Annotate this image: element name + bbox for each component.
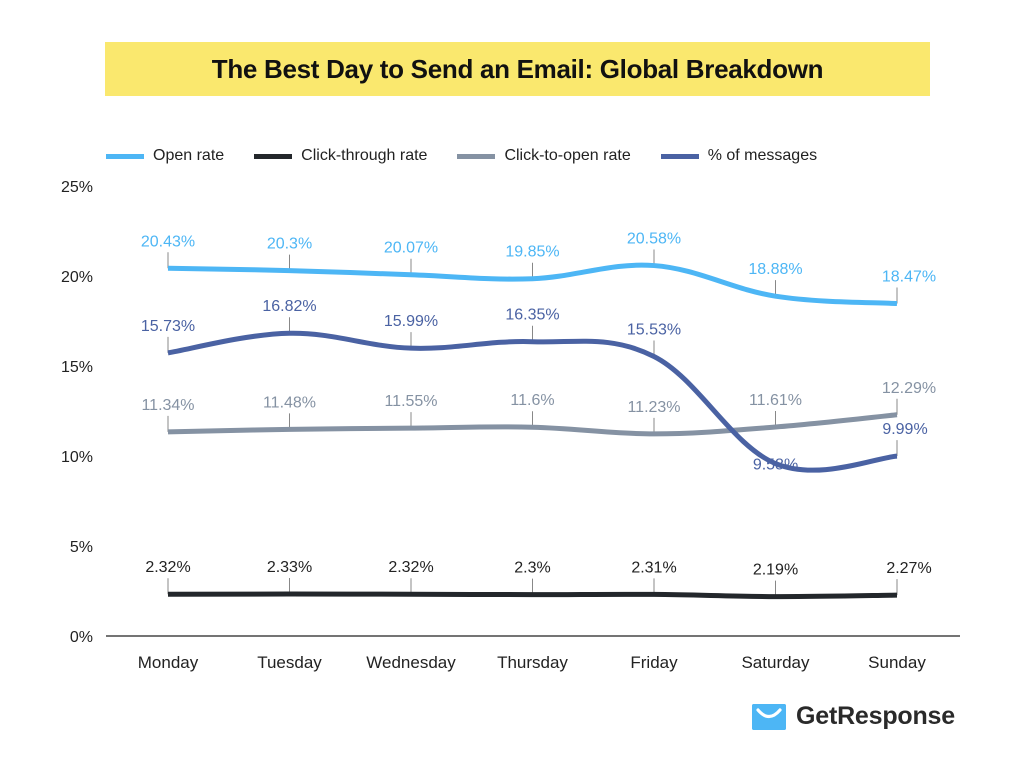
x-tick-label: Friday bbox=[630, 653, 678, 672]
data-label: 20.58% bbox=[627, 231, 681, 248]
data-label: 11.55% bbox=[384, 393, 437, 410]
x-tick-label: Tuesday bbox=[257, 653, 322, 672]
data-label: 12.29% bbox=[882, 380, 936, 397]
data-label: 11.23% bbox=[627, 399, 680, 416]
data-label: 11.6% bbox=[510, 392, 554, 409]
data-label: 9.99% bbox=[882, 421, 927, 438]
data-label: 11.34% bbox=[141, 397, 194, 414]
envelope-smile-icon bbox=[752, 703, 786, 730]
y-tick-label: 20% bbox=[61, 269, 93, 286]
data-label: 18.47% bbox=[882, 269, 936, 286]
line-chart: 0% 5% 10% 15% 20% 25% Monday Tuesday Wednesday Th… bbox=[61, 179, 960, 672]
data-label: 19.85% bbox=[505, 244, 559, 261]
data-label: 16.82% bbox=[262, 298, 316, 315]
x-tick-label: Saturday bbox=[741, 653, 810, 672]
data-label: 20.3% bbox=[267, 236, 312, 253]
data-label: 2.19% bbox=[753, 562, 798, 579]
data-label: 11.61% bbox=[749, 392, 802, 409]
data-label: 2.27% bbox=[886, 560, 931, 577]
y-tick-label: 25% bbox=[61, 179, 93, 196]
data-label: 15.73% bbox=[141, 318, 195, 335]
series-line-click-through-rate bbox=[167, 591, 898, 600]
data-label: 15.99% bbox=[384, 313, 438, 330]
x-tick-label: Monday bbox=[138, 653, 199, 672]
x-tick-label: Thursday bbox=[497, 653, 568, 672]
data-label: 20.07% bbox=[384, 240, 438, 257]
data-label: 16.35% bbox=[505, 307, 559, 324]
y-tick-label: 15% bbox=[61, 359, 93, 376]
y-tick-label: 10% bbox=[61, 449, 93, 466]
data-label: 2.31% bbox=[631, 559, 676, 576]
data-label: 2.32% bbox=[388, 559, 433, 576]
x-tick-label: Sunday bbox=[868, 653, 926, 672]
x-tick-label: Wednesday bbox=[366, 653, 456, 672]
y-tick-label: 5% bbox=[70, 539, 93, 556]
data-label: 11.48% bbox=[263, 394, 316, 411]
brand-name: GetResponse bbox=[796, 702, 955, 730]
data-label: 2.3% bbox=[514, 560, 550, 577]
data-label: 20.43% bbox=[141, 233, 195, 250]
data-label: 15.53% bbox=[627, 321, 681, 338]
brand-logo: GetResponse bbox=[752, 702, 955, 731]
data-label: 18.88% bbox=[748, 261, 802, 278]
y-tick-label: 0% bbox=[70, 629, 93, 646]
data-label: 2.33% bbox=[267, 559, 312, 576]
data-label: 2.32% bbox=[145, 559, 190, 576]
